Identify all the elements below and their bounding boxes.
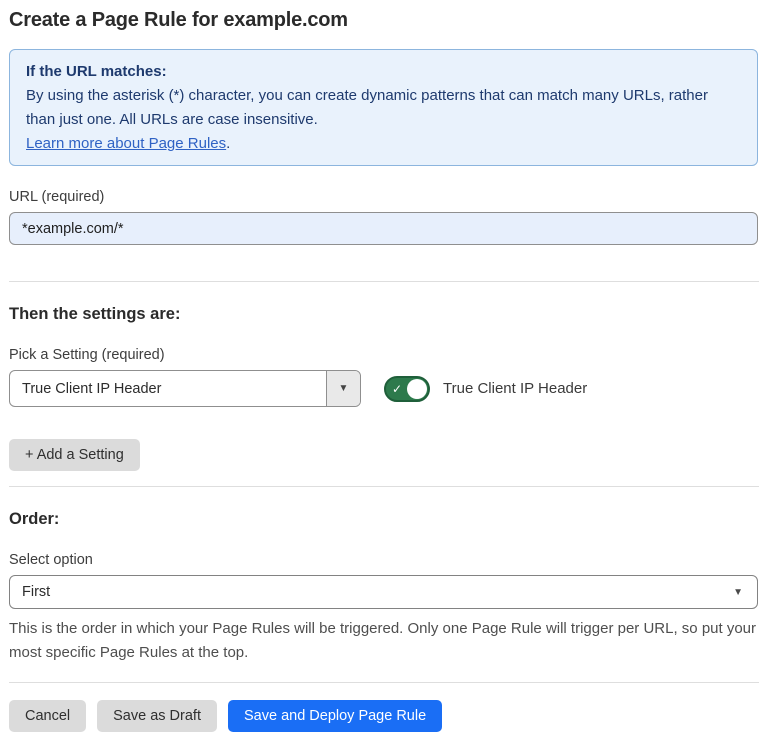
info-box-body: By using the asterisk (*) character, you… (26, 84, 741, 132)
info-box-heading: If the URL matches: (26, 60, 741, 84)
cancel-button[interactable]: Cancel (9, 700, 86, 732)
chevron-down-icon: ▼ (733, 587, 743, 598)
setting-select[interactable]: True Client IP Header ▼ (9, 370, 361, 407)
order-section-heading: Order: (9, 510, 759, 529)
setting-select-value: True Client IP Header (10, 371, 326, 406)
toggle-knob (407, 379, 427, 399)
toggle-label: True Client IP Header (443, 380, 587, 397)
footer-buttons: Cancel Save as Draft Save and Deploy Pag… (9, 700, 759, 732)
url-input[interactable] (9, 212, 758, 245)
order-select-value: First (22, 584, 733, 600)
order-help-text: This is the order in which your Page Rul… (9, 617, 761, 665)
link-period: . (226, 135, 230, 152)
divider (9, 682, 759, 683)
setting-toggle[interactable]: ✓ (384, 376, 430, 402)
setting-picker-label: Pick a Setting (required) (9, 347, 759, 363)
setting-row: True Client IP Header ▼ ✓ True Client IP… (9, 370, 759, 407)
divider (9, 281, 759, 282)
order-select-label: Select option (9, 552, 759, 568)
page-title: Create a Page Rule for example.com (9, 9, 759, 32)
save-and-deploy-button[interactable]: Save and Deploy Page Rule (228, 700, 442, 732)
setting-select-arrow-button[interactable]: ▼ (326, 371, 360, 406)
url-field-label: URL (required) (9, 189, 759, 205)
divider (9, 486, 759, 487)
create-page-rule-form: Create a Page Rule for example.com If th… (0, 0, 769, 732)
add-setting-button[interactable]: + Add a Setting (9, 439, 140, 471)
order-select[interactable]: First ▼ (9, 575, 758, 609)
info-box-link-line: Learn more about Page Rules. (26, 132, 741, 156)
url-match-info-box: If the URL matches: By using the asteris… (9, 49, 758, 166)
save-as-draft-button[interactable]: Save as Draft (97, 700, 217, 732)
chevron-down-icon: ▼ (339, 383, 349, 394)
learn-more-link[interactable]: Learn more about Page Rules (26, 135, 226, 152)
settings-section-heading: Then the settings are: (9, 305, 759, 324)
check-icon: ✓ (392, 383, 402, 395)
